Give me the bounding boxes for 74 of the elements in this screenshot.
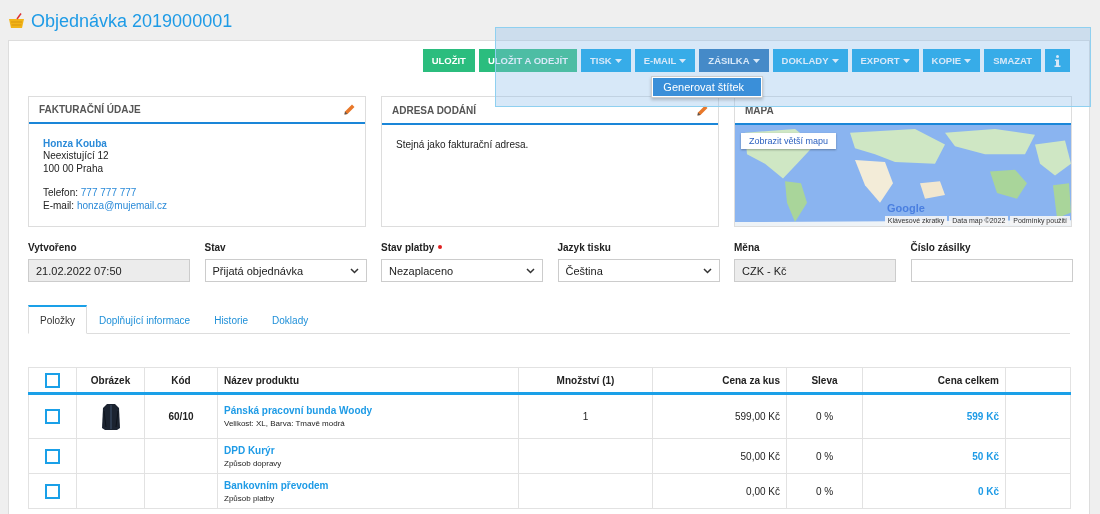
larger-map-button[interactable]: Zobrazit větší mapu: [741, 133, 837, 149]
toolbar-button[interactable]: ZÁSILKA: [699, 49, 769, 72]
discount: 0 %: [815, 450, 834, 462]
menu-item[interactable]: Generovat štítek: [653, 78, 762, 96]
quantity: 1: [582, 411, 589, 422]
field-label: Měna: [734, 241, 760, 253]
column-header: Sleva: [811, 374, 838, 386]
toolbar-button[interactable]: SMAZAT: [984, 49, 1041, 72]
toolbar-button[interactable]: ULOŽIT: [422, 49, 475, 72]
checkbox[interactable]: [45, 372, 60, 388]
tab[interactable]: Doplňující informace: [87, 305, 203, 334]
delivery-text: Stejná jako fakturační adresa.: [396, 139, 530, 152]
input-field[interactable]: [910, 259, 1073, 282]
total-price[interactable]: 599 Kč: [966, 411, 999, 422]
select-field[interactable]: Nezaplaceno: [381, 259, 543, 282]
tab[interactable]: Doklady: [260, 305, 321, 334]
checkbox[interactable]: [45, 483, 60, 499]
unit-price: 0,00 Kč: [746, 485, 780, 497]
field-label: Stav: [204, 241, 226, 253]
toolbar-button[interactable]: EXPORT: [851, 49, 919, 72]
discount: 0 %: [815, 485, 834, 497]
field-label: Stav platby: [381, 241, 435, 253]
toolbar-button[interactable]: KOPIE: [922, 49, 981, 72]
tab[interactable]: Položky: [28, 305, 87, 334]
chevron-icon: [526, 267, 535, 274]
address-line: Neexistující 12: [43, 150, 110, 163]
pencil-icon[interactable]: [344, 103, 355, 115]
chevron-icon: [702, 267, 712, 274]
unit-price: 599,00 Kč: [734, 411, 780, 422]
select-field[interactable]: Čeština: [557, 259, 720, 282]
chevron-icon: [349, 267, 359, 274]
product-detail: Způsob platby: [224, 493, 276, 503]
toolbar-button[interactable]: TISK: [581, 49, 631, 72]
basket-icon: [8, 13, 25, 29]
product-link[interactable]: Bankovním převodem: [224, 479, 512, 491]
column-header: Obrázek: [90, 374, 131, 386]
readonly-field: CZK - Kč: [734, 259, 896, 282]
address-line: 100 00 Praha: [43, 162, 105, 175]
unit-price: 50,00 Kč: [740, 450, 780, 462]
toolbar-button[interactable]: E-MAIL: [634, 49, 696, 72]
pencil-icon[interactable]: [697, 104, 708, 116]
product-link[interactable]: DPD Kurýr: [224, 444, 512, 456]
field-label: Jazyk tisku: [557, 241, 611, 253]
readonly-field: 21.02.2022 07:50: [28, 259, 190, 282]
phone-link[interactable]: 777 777 777: [80, 187, 137, 198]
total-price[interactable]: 0 Kč: [977, 485, 999, 497]
product-link[interactable]: Pánská pracovní bunda Woody: [224, 405, 512, 416]
map-logo: Google: [887, 202, 925, 214]
select-field[interactable]: Přijatá objednávka: [204, 259, 367, 282]
discount: 0 %: [815, 411, 834, 422]
customer-name[interactable]: Honza Kouba: [43, 137, 351, 150]
field-label: Číslo zásilky: [910, 241, 971, 253]
phone-label: Telefon:: [43, 187, 79, 198]
product-detail: Velikost: XL, Barva: Tmavě modrá: [224, 419, 346, 428]
column-header: Cena za kus: [722, 374, 780, 386]
checkbox[interactable]: [45, 448, 60, 464]
card-title: FAKTURAČNÍ ÚDAJE: [39, 103, 141, 115]
email-link[interactable]: honza@mujemail.cz: [76, 199, 168, 211]
email-label: E-mail:: [43, 199, 75, 211]
total-price[interactable]: 50 Kč: [972, 450, 999, 462]
field-label: Vytvořeno: [28, 241, 77, 253]
toolbar-button[interactable]: DOKLADY: [772, 49, 848, 72]
checkbox[interactable]: [45, 409, 60, 424]
page-title: Objednávka 2019000001: [31, 10, 233, 32]
column-header: Kód: [171, 374, 191, 386]
info-button[interactable]: [1045, 49, 1070, 72]
product-code: 60/10: [168, 411, 194, 422]
card-title: ADRESA DODÁNÍ: [392, 104, 477, 116]
column-header: Cena celkem: [937, 374, 999, 386]
tab[interactable]: Historie: [202, 305, 261, 334]
column-header: Množství (1): [556, 374, 615, 386]
column-header: Název produktu: [224, 374, 299, 386]
product-detail: Způsob dopravy: [224, 458, 283, 468]
info-icon: [1054, 54, 1061, 67]
